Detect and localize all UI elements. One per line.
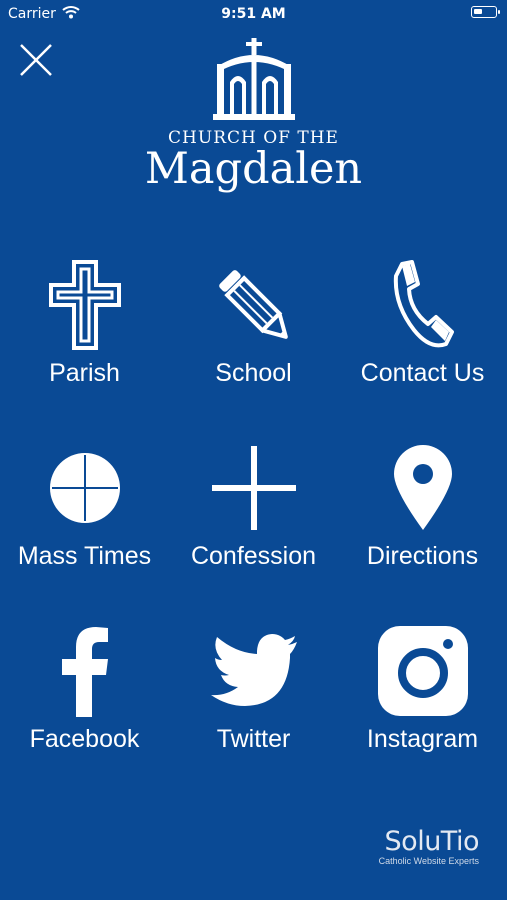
menu-item-parish[interactable]: Parish (0, 255, 169, 405)
menu-item-instagram[interactable]: Instagram (338, 621, 507, 771)
menu-label-confession: Confession (190, 542, 317, 570)
church-logo: CHURCH OF THE Magdalen (0, 38, 507, 192)
menu-label-mass-times: Mass Times (17, 542, 152, 570)
host-icon (49, 453, 120, 523)
map-pin-icon (393, 445, 452, 530)
menu-item-facebook[interactable]: Facebook (0, 621, 169, 771)
menu-item-twitter[interactable]: Twitter (169, 621, 338, 771)
plus-icon (211, 446, 296, 530)
church-building-icon (212, 38, 295, 120)
menu-label-school: School (215, 359, 292, 387)
pencil-icon (218, 270, 288, 339)
battery-icon (471, 6, 500, 18)
menu-label-twitter: Twitter (216, 725, 291, 753)
solutio-tagline: Catholic Website Experts (378, 856, 479, 866)
phone-icon (393, 260, 454, 348)
menu-item-mass-times[interactable]: Mass Times (0, 438, 169, 588)
battery-level (474, 9, 482, 14)
menu-item-school[interactable]: School (169, 255, 338, 405)
menu-label-directions: Directions (366, 542, 479, 570)
menu-item-contact-us[interactable]: Contact Us (338, 255, 507, 405)
cross-icon (48, 260, 121, 350)
menu-label-instagram: Instagram (366, 725, 479, 753)
facebook-icon (61, 627, 108, 717)
menu-item-confession[interactable]: Confession (169, 438, 338, 588)
menu-label-parish: Parish (49, 359, 120, 387)
twitter-icon (210, 634, 297, 706)
instagram-icon (377, 626, 468, 716)
logo-line-2: Magdalen (144, 144, 363, 194)
solutio-logo[interactable]: SoluTio Catholic Website Experts (378, 826, 480, 867)
menu-item-directions[interactable]: Directions (338, 438, 507, 588)
solutio-brand: SoluTio (384, 826, 480, 857)
menu-label-facebook: Facebook (29, 725, 140, 753)
status-bar: Carrier 9:51 AM (0, 0, 507, 28)
clock: 9:51 AM (221, 6, 286, 22)
menu-label-contact-us: Contact Us (360, 359, 485, 387)
